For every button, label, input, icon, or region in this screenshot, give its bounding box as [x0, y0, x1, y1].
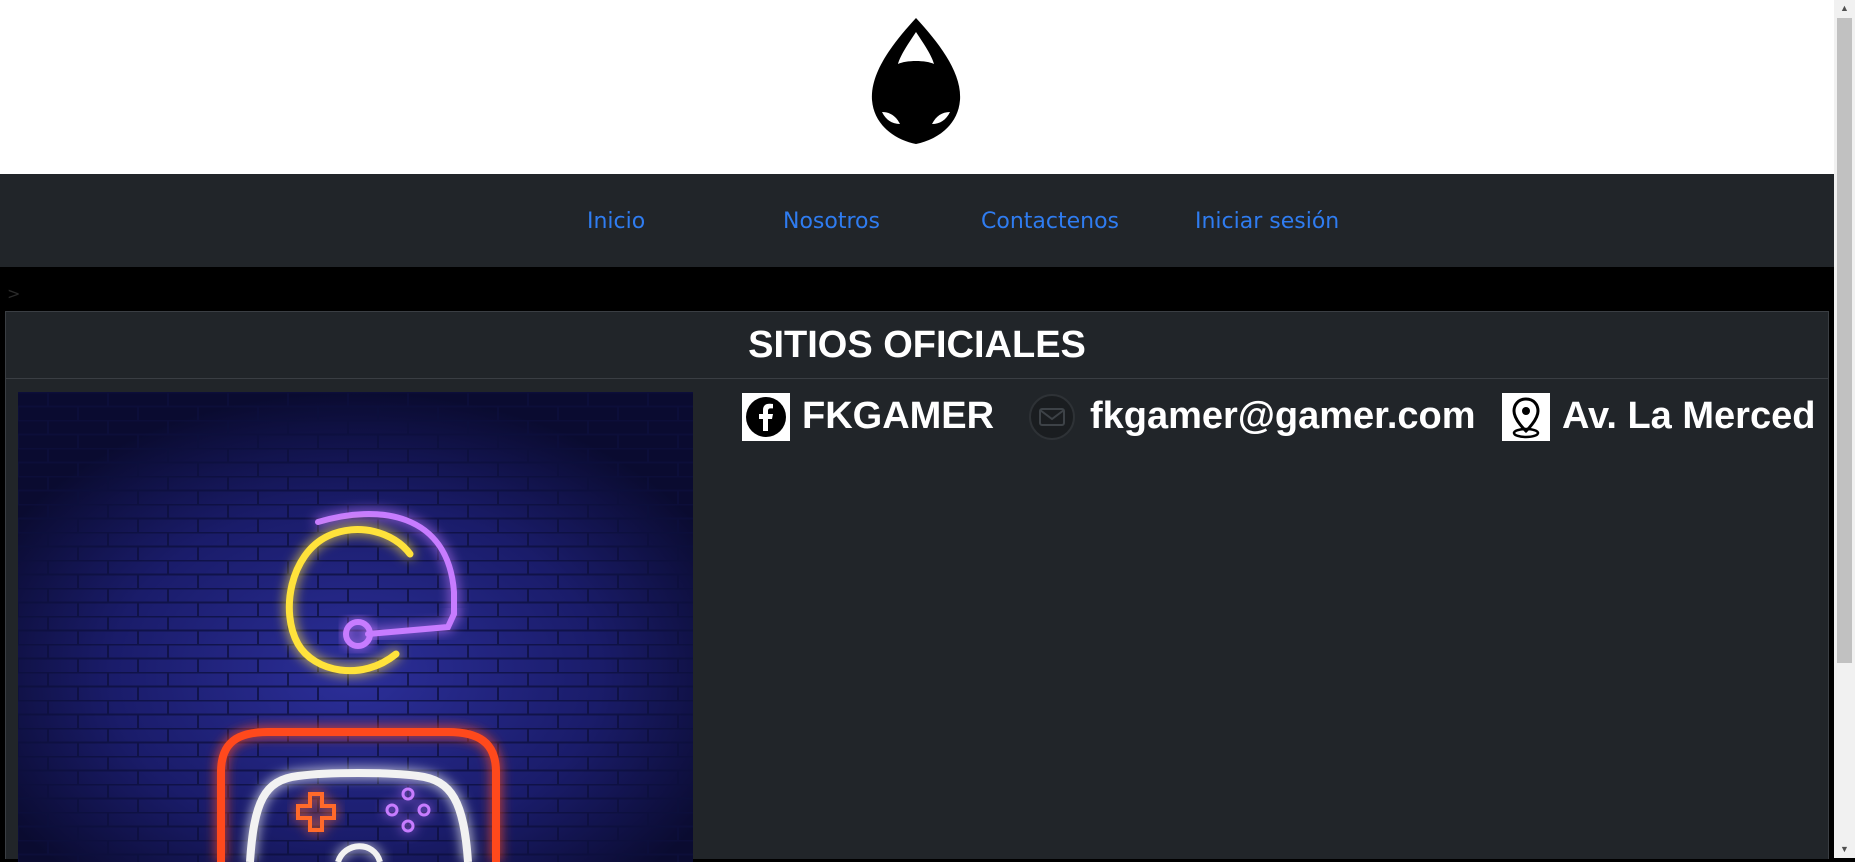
stray-text: >: [7, 284, 21, 303]
contact-location[interactable]: Av. La Merced: [1502, 391, 1822, 441]
scroll-down-icon[interactable]: ▼: [1834, 841, 1855, 858]
scroll-up-icon[interactable]: ▲: [1834, 0, 1855, 17]
facebook-icon: [742, 393, 790, 441]
site-header: [0, 0, 1834, 174]
location-pin-icon: [1502, 393, 1550, 441]
contact-email-label: fkgamer@gamer.com: [1090, 395, 1476, 437]
nav-link-contactenos[interactable]: Contactenos: [981, 174, 1119, 267]
contact-facebook-label: FKGAMER: [802, 395, 995, 437]
panel-title: SITIOS OFICIALES: [748, 324, 1086, 366]
email-icon: [1029, 394, 1075, 440]
scrollbar-thumb[interactable]: [1837, 18, 1852, 663]
panel-header: SITIOS OFICIALES: [6, 312, 1828, 379]
nav-link-nosotros[interactable]: Nosotros: [783, 174, 880, 267]
main-nav: Inicio Nosotros Contactenos Iniciar sesi…: [0, 174, 1834, 267]
vertical-scrollbar[interactable]: ▲ ▼: [1834, 0, 1855, 858]
official-sites-panel: SITIOS OFICIALES FKGAMER fkgamer@gamer.c…: [5, 311, 1829, 862]
nav-link-inicio[interactable]: Inicio: [587, 174, 645, 267]
contact-facebook[interactable]: FKGAMER: [742, 391, 1002, 441]
contact-location-label: Av. La Merced: [1562, 395, 1816, 437]
neon-gamer-image: [18, 392, 693, 862]
brand-logo-icon[interactable]: [866, 16, 966, 146]
nav-link-iniciar-sesion[interactable]: Iniciar sesión: [1195, 174, 1339, 267]
contact-email[interactable]: fkgamer@gamer.com: [1028, 391, 1478, 441]
